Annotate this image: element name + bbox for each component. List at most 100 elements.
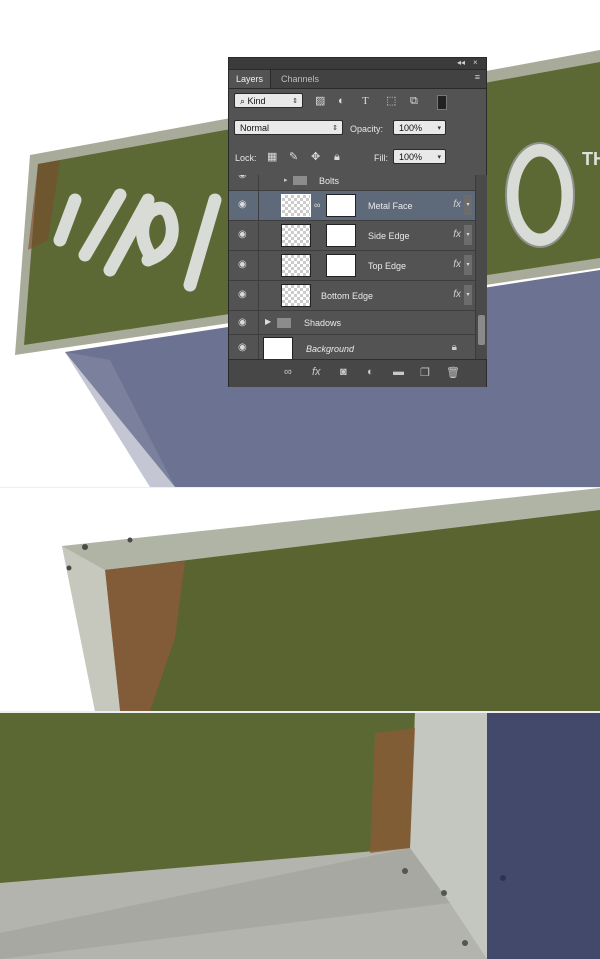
- chevron-updown-icon: ⇕: [292, 98, 298, 105]
- adjustment-filter-icon[interactable]: ◐: [338, 94, 345, 108]
- chevron-down-icon[interactable]: ▾: [464, 225, 472, 245]
- eye-icon[interactable]: ◉: [238, 260, 250, 270]
- layer-name: Metal Face: [368, 201, 413, 211]
- eye-icon[interactable]: ◉: [238, 175, 250, 180]
- scene-corner-detail: [0, 488, 600, 711]
- close-icon[interactable]: ×: [473, 58, 478, 67]
- layers-scrollbar[interactable]: [475, 175, 487, 359]
- link-icon[interactable]: ∞: [284, 366, 292, 378]
- opacity-value: 100%: [399, 123, 423, 133]
- lock-row: Lock: ▦ ✎ ✥ 🔒︎ Fill: 100% ▾: [229, 148, 486, 168]
- chevron-down-icon[interactable]: ▾: [464, 255, 472, 275]
- lock-icon: 🔒︎: [451, 342, 457, 353]
- scene-sign-overview: TH ◂◂ × Layers Channels ≡ ⌕ Kind ⇕ ▨ ◐ T…: [0, 0, 600, 487]
- bottom-corner-artwork: [0, 713, 600, 959]
- eye-icon[interactable]: ◉: [238, 343, 250, 353]
- trash-icon[interactable]: 🗑︎: [446, 366, 460, 379]
- pixel-filter-icon[interactable]: ▨: [315, 94, 325, 108]
- layer-background[interactable]: ◉ Background 🔒︎: [229, 335, 475, 359]
- shape-filter-icon[interactable]: ⬚: [386, 94, 396, 108]
- panel-tabs: Layers Channels ≡: [229, 70, 486, 89]
- svg-text:TH: TH: [582, 149, 600, 169]
- chevron-down-icon: ▾: [437, 125, 441, 132]
- fx-icon[interactable]: fx: [312, 366, 321, 378]
- chevron-down-icon[interactable]: ▾: [464, 195, 472, 215]
- fx-icon[interactable]: fx: [453, 199, 461, 210]
- blend-row: Normal ⇕ Opacity: 100% ▾: [229, 119, 486, 139]
- filter-kind-select[interactable]: ⌕ Kind ⇕: [234, 93, 303, 108]
- bolt: [402, 868, 408, 874]
- layer-name: Side Edge: [368, 231, 410, 241]
- bolt: [66, 565, 72, 571]
- eye-icon[interactable]: ◉: [238, 200, 250, 210]
- bolt: [82, 544, 88, 550]
- type-filter-icon[interactable]: T: [362, 94, 369, 108]
- layer-thumbnail: [281, 284, 311, 307]
- tab-layers[interactable]: Layers: [229, 70, 272, 88]
- blend-mode-select[interactable]: Normal ⇕: [234, 120, 343, 135]
- corner-artwork: [62, 488, 600, 711]
- fx-icon[interactable]: fx: [453, 259, 461, 270]
- eye-icon[interactable]: ◉: [238, 230, 250, 240]
- eye-icon[interactable]: ◉: [238, 290, 250, 300]
- layer-bolts[interactable]: ◉ ▸ Bolts: [229, 175, 475, 191]
- layer-mask-thumbnail[interactable]: [326, 254, 356, 277]
- layer-thumbnail: [281, 254, 311, 277]
- chevron-right-icon[interactable]: ▶: [265, 317, 271, 326]
- tab-channels[interactable]: Channels: [274, 70, 326, 88]
- link-icon[interactable]: ∞: [314, 200, 320, 210]
- layer-name: Shadows: [304, 318, 342, 328]
- lock-transparency-icon[interactable]: ▦: [267, 150, 277, 164]
- folder-icon: [293, 176, 307, 185]
- layer-name: Background: [306, 344, 355, 354]
- fx-icon[interactable]: fx: [453, 229, 461, 240]
- lock-label: Lock:: [235, 153, 257, 163]
- opacity-field[interactable]: 100% ▾: [393, 120, 446, 135]
- adjustment-icon[interactable]: ◐: [367, 366, 374, 378]
- search-icon: ⌕: [240, 96, 248, 106]
- layer-shadows[interactable]: ◉ ▶ Shadows: [229, 311, 475, 335]
- lock-all-icon[interactable]: 🔒︎: [334, 150, 340, 164]
- filter-row: ⌕ Kind ⇕ ▨ ◐ T ⬚ ⧉: [229, 92, 486, 112]
- layer-metal-face[interactable]: ◉ ∞ Metal Face fx ▾: [229, 191, 475, 221]
- fx-icon[interactable]: fx: [453, 289, 461, 300]
- fill-field[interactable]: 100% ▾: [393, 149, 446, 164]
- layer-thumbnail: [281, 224, 311, 247]
- filter-toggle[interactable]: [437, 95, 447, 110]
- collapse-icon[interactable]: ◂◂: [457, 58, 465, 67]
- mask-icon[interactable]: ◙: [340, 366, 347, 378]
- bolt: [127, 537, 133, 543]
- bolt: [441, 890, 447, 896]
- eye-icon[interactable]: ◉: [238, 318, 250, 328]
- lock-position-icon[interactable]: ✥: [311, 150, 320, 164]
- layers-panel: ◂◂ × Layers Channels ≡ ⌕ Kind ⇕ ▨ ◐ T ⬚ …: [228, 57, 487, 387]
- layer-name: Bolts: [319, 176, 340, 186]
- lock-pixels-icon[interactable]: ✎: [289, 150, 298, 164]
- smart-object-filter-icon[interactable]: ⧉: [410, 94, 418, 108]
- sign-side: [487, 713, 600, 959]
- panel-menu-icon[interactable]: ≡: [475, 72, 480, 82]
- layer-name: Top Edge: [368, 261, 407, 271]
- scrollbar-thumb[interactable]: [478, 315, 485, 345]
- panel-footer: ∞ fx ◙ ◐ ▬ ❐ 🗑︎: [229, 359, 486, 387]
- layer-mask-thumbnail[interactable]: [326, 194, 356, 217]
- layer-name: Bottom Edge: [321, 291, 374, 301]
- fill-label: Fill:: [374, 153, 388, 163]
- folder-icon[interactable]: ▬: [393, 366, 404, 378]
- chevron-down-icon[interactable]: ▾: [464, 285, 472, 305]
- bolt: [500, 875, 506, 881]
- rust-patch: [370, 728, 415, 853]
- new-layer-icon[interactable]: ❐: [420, 366, 430, 379]
- layer-thumbnail: [263, 337, 293, 359]
- scene-bottom-corner-detail: [0, 713, 600, 959]
- layer-bottom-edge[interactable]: ◉ Bottom Edge fx ▾: [229, 281, 475, 311]
- folder-icon: [277, 318, 291, 328]
- layer-top-edge[interactable]: ◉ Top Edge fx ▾: [229, 251, 475, 281]
- filter-kind-label: Kind: [247, 96, 266, 106]
- fill-value: 100%: [399, 152, 423, 162]
- chevron-right-icon[interactable]: ▸: [284, 176, 288, 184]
- panel-titlebar: ◂◂ ×: [229, 58, 486, 70]
- layer-side-edge[interactable]: ◉ Side Edge fx ▾: [229, 221, 475, 251]
- chevron-down-icon: ▾: [437, 154, 441, 161]
- layer-mask-thumbnail[interactable]: [326, 224, 356, 247]
